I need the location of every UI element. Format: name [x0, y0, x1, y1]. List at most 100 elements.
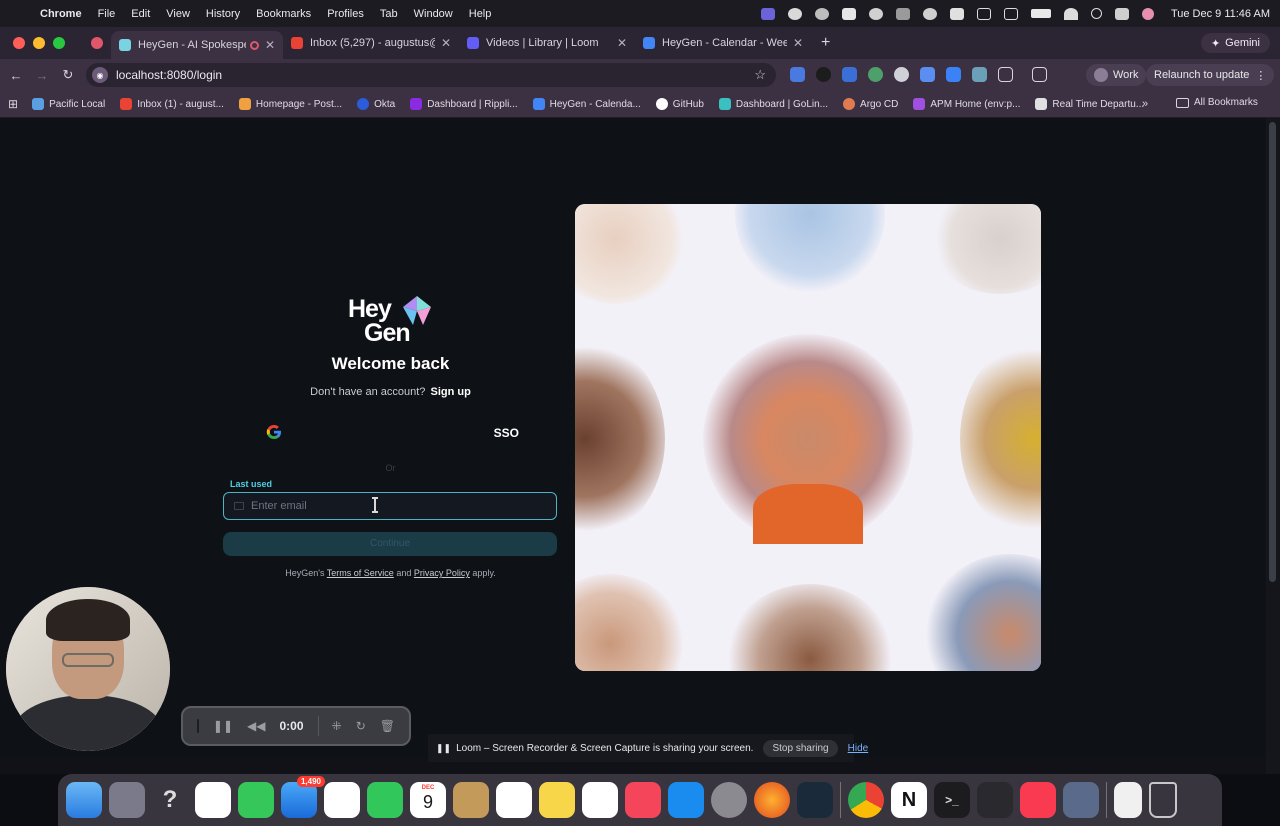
control-center-icon[interactable] — [1114, 7, 1129, 20]
tab-loom-library[interactable]: Videos | Library | Loom ✕ — [459, 29, 635, 57]
cursor-app-icon[interactable] — [977, 782, 1013, 818]
restart-icon[interactable]: ↻ — [356, 719, 366, 733]
grid-menu-icon[interactable] — [895, 7, 910, 20]
finder-icon[interactable] — [66, 782, 102, 818]
address-url[interactable]: localhost:8080/login — [116, 68, 222, 82]
bookmark-item[interactable]: HeyGen - Calenda... — [532, 98, 641, 110]
photos-icon[interactable] — [324, 782, 360, 818]
messages-icon[interactable] — [238, 782, 274, 818]
stop-recording-icon[interactable] — [197, 719, 199, 733]
tab-gmail-inbox[interactable]: Inbox (5,297) - augustus@he ✕ — [283, 29, 459, 57]
trash-can-icon[interactable] — [1149, 782, 1177, 818]
news-icon[interactable] — [625, 782, 661, 818]
menu-edit[interactable]: Edit — [131, 8, 150, 20]
extension-3-icon[interactable] — [842, 67, 857, 82]
contacts-icon[interactable] — [453, 782, 489, 818]
email-field-wrapper[interactable] — [223, 492, 557, 520]
close-tab-icon[interactable]: ✕ — [793, 36, 803, 50]
apps-grid-icon[interactable]: ⊞ — [8, 97, 18, 111]
google-login-button[interactable] — [266, 424, 282, 443]
butterfly-app-icon[interactable] — [787, 7, 802, 20]
menu-help[interactable]: Help — [469, 8, 492, 20]
loom-webcam-bubble[interactable] — [6, 587, 170, 751]
rewind-icon[interactable]: ◀◀ — [247, 719, 265, 733]
page-scrollbar[interactable] — [1266, 118, 1280, 774]
menu-view[interactable]: View — [166, 8, 190, 20]
drawing-tool-icon[interactable]: ⁜ — [332, 719, 342, 733]
relaunch-to-update-button[interactable]: Relaunch to update ⋮ — [1146, 64, 1275, 86]
signup-link[interactable]: Sign up — [430, 386, 470, 398]
cloud-icon[interactable] — [922, 7, 937, 20]
menu-profiles[interactable]: Profiles — [327, 8, 364, 20]
menu-bookmarks[interactable]: Bookmarks — [256, 8, 311, 20]
bookmarks-overflow-chevron-icon[interactable]: » — [1142, 98, 1148, 110]
music-icon[interactable] — [1020, 782, 1056, 818]
tab-pinned-recording[interactable] — [83, 29, 111, 57]
extensions-puzzle-icon[interactable] — [998, 67, 1013, 82]
extension-8-icon[interactable] — [972, 67, 987, 82]
side-panel-icon[interactable] — [1032, 67, 1047, 82]
profile-button[interactable]: Work — [1086, 64, 1147, 86]
shield-icon[interactable] — [841, 7, 856, 20]
extension-5-icon[interactable] — [894, 67, 909, 82]
bookmark-item[interactable]: Homepage - Post... — [238, 98, 342, 110]
preview-icon[interactable] — [1063, 782, 1099, 818]
terminal-icon[interactable]: >_ — [934, 782, 970, 818]
email-input[interactable] — [251, 500, 531, 512]
close-tab-icon[interactable]: ✕ — [441, 36, 451, 50]
screen-share-status-icon[interactable] — [760, 7, 775, 20]
battery-icon[interactable] — [1030, 9, 1051, 18]
firefox-icon[interactable] — [754, 782, 790, 818]
slack-icon[interactable] — [195, 782, 231, 818]
facetime-icon[interactable] — [367, 782, 403, 818]
bookmark-item[interactable]: GitHub — [655, 98, 704, 110]
bookmark-item[interactable]: Okta — [357, 98, 395, 110]
continue-button[interactable]: Continue — [223, 532, 557, 556]
terms-of-service-link[interactable]: Terms of Service — [327, 568, 394, 578]
close-tab-icon[interactable]: ✕ — [265, 38, 275, 52]
notion-icon[interactable]: N — [891, 782, 927, 818]
forward-arrow-icon[interactable]: → — [29, 68, 55, 83]
bookmark-item[interactable]: Dashboard | GoLin... — [718, 98, 828, 110]
window-menu-icon[interactable] — [976, 7, 991, 20]
reminders-icon[interactable] — [496, 782, 532, 818]
spotlight-search-icon[interactable] — [1090, 8, 1102, 19]
menu-app-name[interactable]: Chrome — [40, 8, 82, 20]
close-tab-icon[interactable]: ✕ — [617, 36, 627, 50]
bookmark-item[interactable]: Pacific Local — [32, 98, 105, 110]
tab-heygen-calendar[interactable]: HeyGen - Calendar - Week of ✕ — [635, 29, 811, 57]
close-window-button[interactable] — [13, 37, 25, 49]
notes-icon[interactable] — [539, 782, 575, 818]
calendar-app-icon[interactable]: DEC 9 — [410, 782, 446, 818]
notion-menu-icon[interactable] — [949, 7, 964, 20]
menu-file[interactable]: File — [98, 8, 116, 20]
zoom-window-button[interactable] — [53, 37, 65, 49]
bookmark-item[interactable]: Real Time Departu... — [1035, 98, 1144, 110]
scrollbar-thumb[interactable] — [1269, 122, 1276, 582]
chrome-icon[interactable] — [848, 782, 884, 818]
siri-icon[interactable] — [1141, 7, 1154, 20]
extension-7-icon[interactable] — [946, 67, 961, 82]
extension-4-icon[interactable] — [868, 67, 883, 82]
keyboard-input-icon[interactable] — [1003, 7, 1018, 20]
sso-login-button[interactable]: SSO — [494, 426, 519, 440]
bookmark-item[interactable]: Argo CD — [843, 98, 898, 110]
back-arrow-icon[interactable]: ← — [3, 68, 29, 83]
sync-status-icon[interactable] — [814, 7, 829, 20]
all-bookmarks-button[interactable]: All Bookmarks — [1176, 97, 1258, 108]
wifi-icon[interactable] — [1063, 7, 1078, 20]
freeform-icon[interactable] — [582, 782, 618, 818]
bookmark-item[interactable]: Inbox (1) - august... — [120, 98, 224, 110]
menu-bar-clock[interactable]: Tue Dec 9 11:46 AM — [1171, 8, 1270, 20]
bookmark-item[interactable]: APM Home (env:p... — [913, 98, 1020, 110]
site-info-icon[interactable]: ◉ — [92, 67, 108, 83]
extension-6-icon[interactable] — [920, 67, 935, 82]
menu-tab[interactable]: Tab — [380, 8, 398, 20]
sparkle-icon[interactable] — [868, 7, 883, 20]
trash-icon[interactable]: 🗑 — [380, 719, 395, 733]
tab-heygen-spokesperson[interactable]: HeyGen - AI Spokesperso ✕ — [111, 31, 283, 59]
loom-app-icon[interactable] — [797, 782, 833, 818]
system-settings-icon[interactable] — [711, 782, 747, 818]
minimize-window-button[interactable] — [33, 37, 45, 49]
gemini-button[interactable]: ✦ Gemini — [1200, 33, 1270, 53]
